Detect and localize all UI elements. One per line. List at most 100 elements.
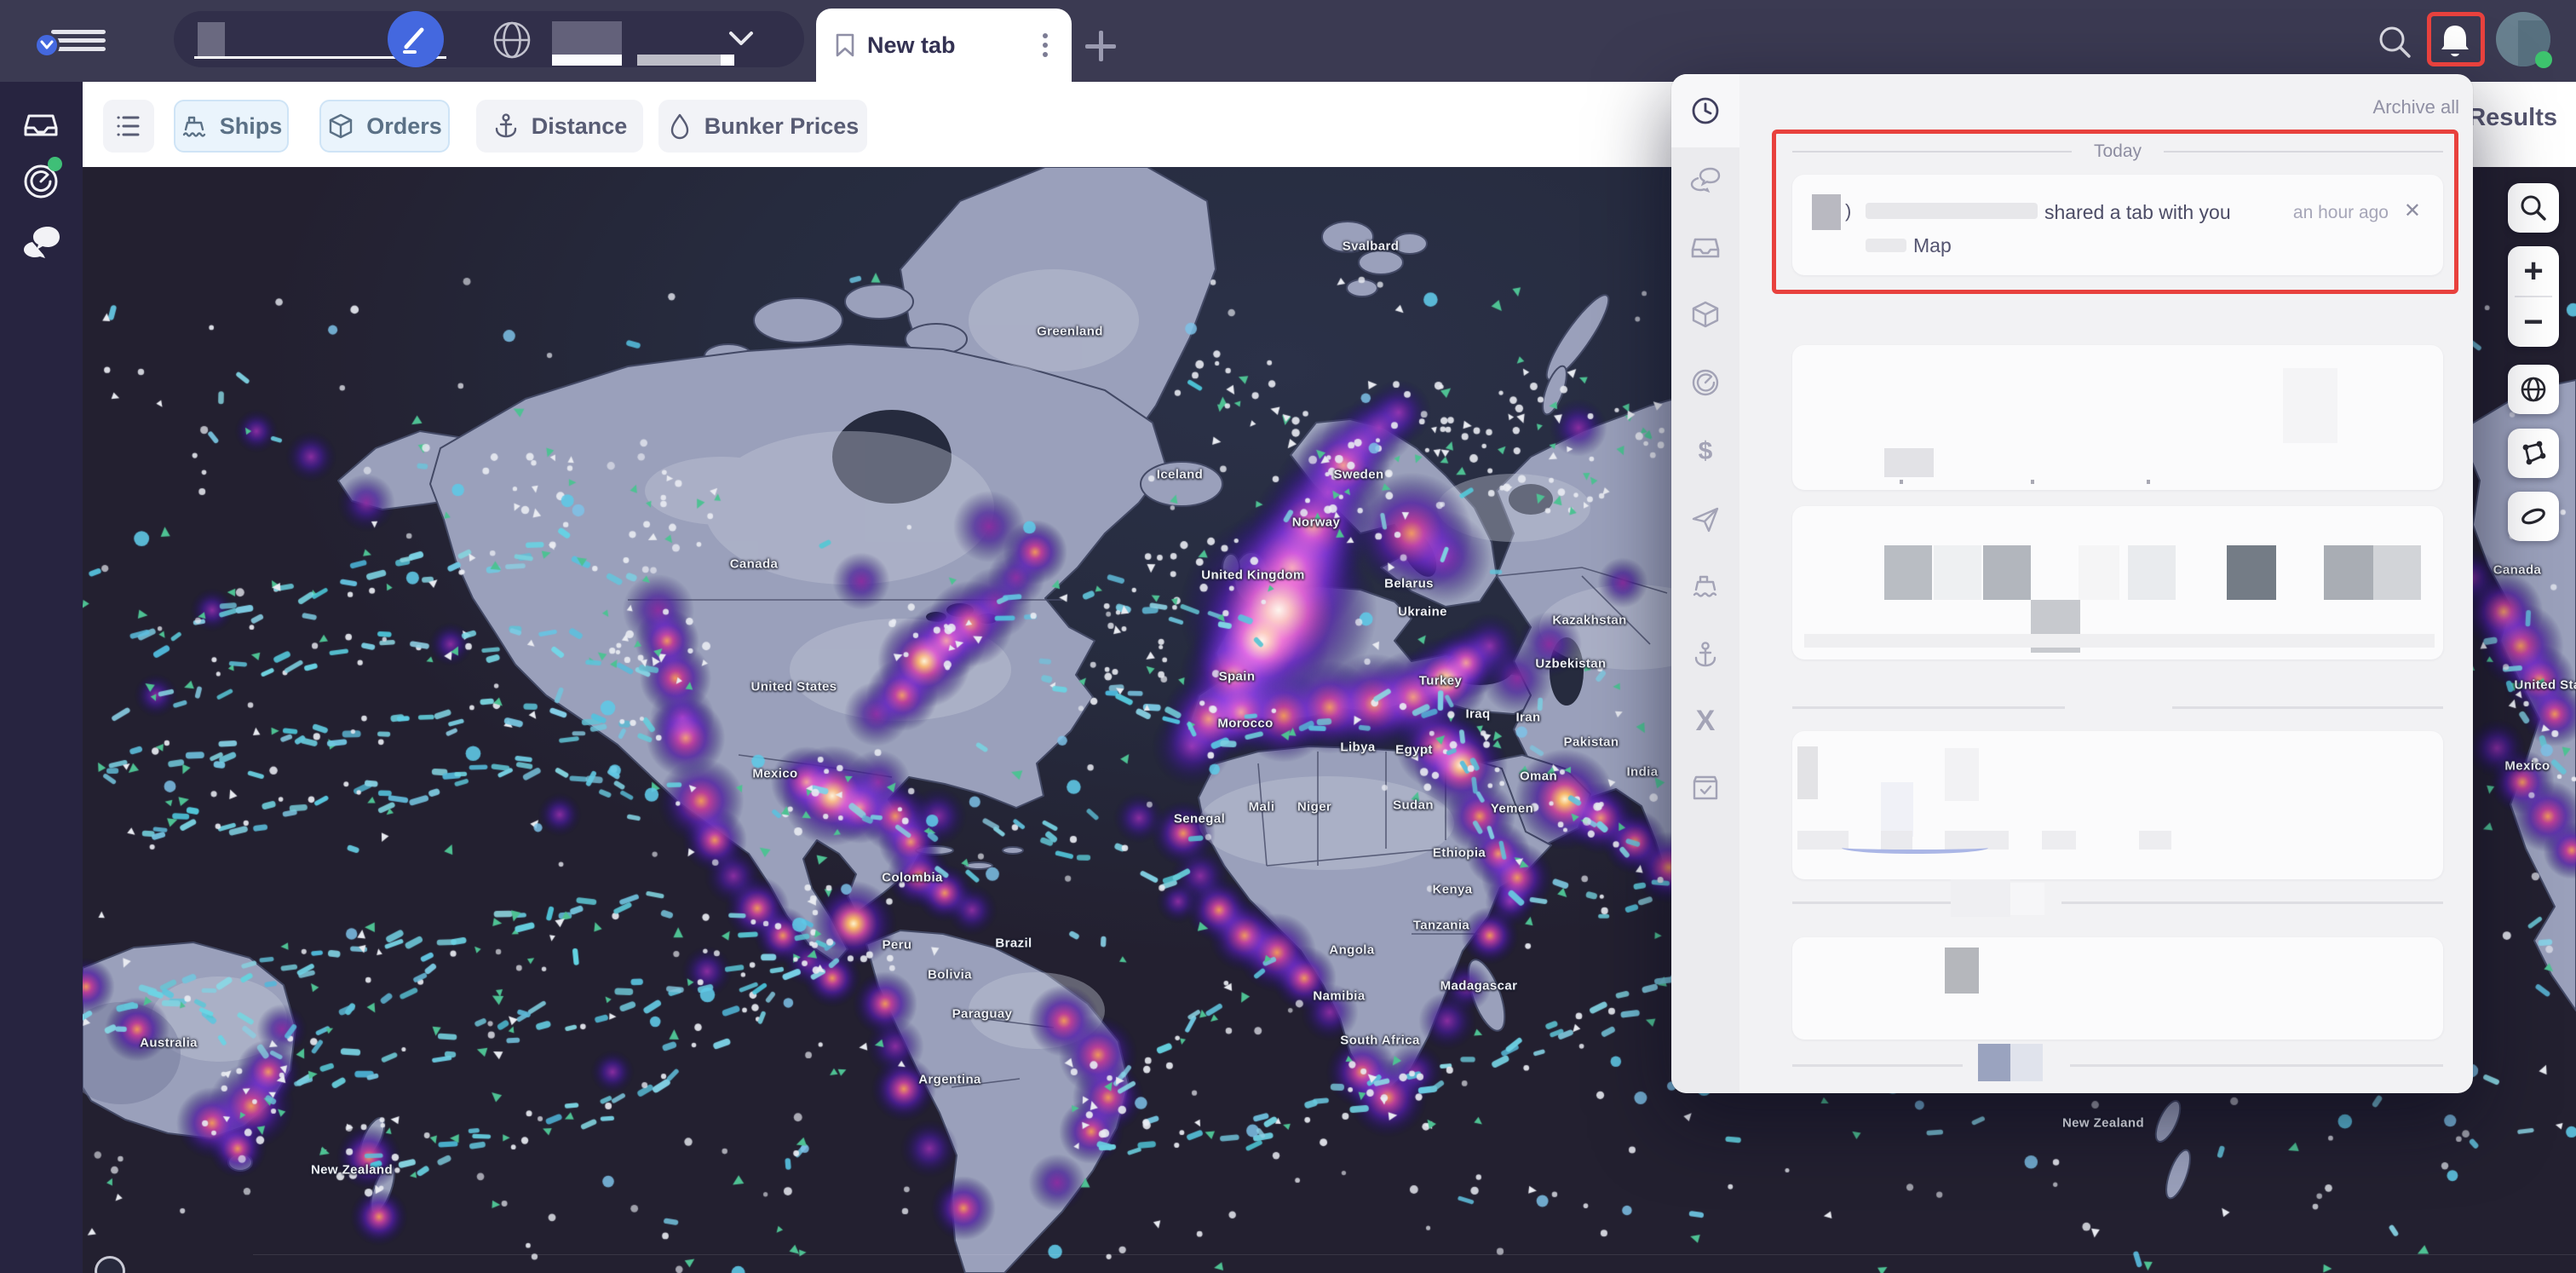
chats-filter-icon[interactable] [1690, 164, 1721, 195]
redacted-bar [2139, 831, 2171, 850]
map-country-label: South Africa [1340, 1034, 1419, 1048]
results-panel-label[interactable]: Results [2468, 104, 2557, 132]
tab-title: New tab [867, 32, 956, 59]
finance-filter-icon[interactable]: $ [1690, 436, 1721, 467]
map-country-label: Mexico [752, 767, 797, 781]
tasks-filter-icon[interactable] [1690, 773, 1721, 804]
map-country-label: Yemen [1491, 802, 1533, 816]
chevron-down-icon [727, 30, 755, 53]
map-search-button[interactable] [2508, 183, 2559, 233]
pencil-icon [400, 23, 432, 55]
redacted-block [2128, 545, 2176, 600]
layers-list-button[interactable] [103, 100, 154, 153]
map-country-label: Pakistan [1564, 735, 1619, 750]
chat-icon[interactable] [22, 223, 60, 261]
globe-icon[interactable] [492, 20, 532, 64]
map-zoom-control: + − [2508, 246, 2559, 347]
tab-new-tab[interactable]: New tab [816, 9, 1072, 82]
search-icon [2508, 183, 2559, 233]
map-country-label: Paraguay [952, 1007, 1013, 1022]
redacted-block [1978, 1044, 2010, 1081]
redacted-bar [721, 55, 734, 66]
archive-all-link[interactable]: Archive all [2373, 96, 2459, 118]
map-country-label: Sweden [1333, 468, 1383, 482]
toolbar-button-ships[interactable]: Ships [174, 100, 289, 153]
inbox-filter-icon[interactable] [1690, 232, 1721, 262]
map-country-label: India [1626, 765, 1658, 780]
redacted-block [1945, 748, 1979, 801]
map-country-label: United Kingdom [1201, 568, 1304, 583]
redacted-block [1983, 545, 2031, 600]
redacted-speck [2031, 480, 2034, 484]
map-country-label: Niger [1297, 800, 1331, 815]
redacted-speck [2147, 480, 2150, 484]
avatar-redacted [1812, 194, 1841, 230]
map-country-label: Ethiopia [1433, 846, 1486, 861]
droplet-icon [667, 112, 693, 140]
redacted-block [2324, 545, 2373, 600]
compose-options-chevron[interactable] [34, 32, 60, 58]
compose-button[interactable] [388, 11, 444, 67]
tab-menu-icon[interactable] [1038, 28, 1053, 62]
redacted-speck [1900, 480, 1903, 484]
search-icon[interactable] [2375, 22, 2414, 66]
notification-item[interactable] [1792, 506, 2443, 660]
toolbar-button-bunker-prices[interactable]: Bunker Prices [658, 100, 867, 153]
toolbar-button-distance[interactable]: Distance [476, 100, 643, 153]
redacted-bar [1797, 831, 1849, 850]
map-country-label: Belarus [1384, 577, 1434, 591]
anchor-icon [492, 112, 520, 140]
x-platform-filter-icon[interactable]: X [1690, 706, 1721, 736]
map-country-label: United States [2514, 678, 2576, 693]
notification-item[interactable] [1792, 731, 2443, 879]
anchor-filter-icon[interactable] [1690, 639, 1721, 670]
map-lasso-select-button[interactable] [2508, 492, 2559, 541]
group-divider-line [2172, 706, 2443, 709]
new-tab-button[interactable] [1084, 29, 1118, 63]
lasso-select-icon [2508, 492, 2559, 541]
map-country-label: Egypt [1395, 743, 1433, 757]
radar-filter-icon[interactable] [1690, 367, 1721, 398]
map-country-label: Canada [2493, 563, 2542, 578]
redacted-bar [2042, 831, 2076, 850]
map-country-label: Australia [140, 1036, 198, 1051]
orders-filter-icon[interactable] [1690, 299, 1721, 330]
toolbar-button-label: Distance [532, 113, 628, 140]
map-country-label: United States [750, 680, 837, 694]
redacted-block [1945, 948, 1979, 994]
redacted-block [2227, 545, 2276, 600]
notification-filter-strip: $ X [1671, 74, 1739, 1093]
history-filter-icon[interactable] [1690, 95, 1721, 126]
redacted-block [1934, 545, 1981, 600]
menu-icon[interactable] [51, 26, 106, 56]
zoom-in-button[interactable]: + [2508, 246, 2559, 296]
zoom-out-button[interactable]: − [2508, 297, 2559, 347]
inbox-icon[interactable] [22, 106, 60, 143]
map-country-label: Iceland [1157, 468, 1204, 482]
map-country-label: Senegal [1174, 812, 1225, 827]
map-country-label: Namibia [1313, 989, 1365, 1004]
notifications-bell-button[interactable] [2435, 20, 2475, 61]
date-group-divider: Today [1792, 139, 2443, 164]
close-icon[interactable]: ✕ [2404, 199, 2421, 223]
toolbar-button-label: Ships [220, 113, 283, 140]
radar-status-dot [48, 157, 62, 171]
redacted-block [552, 21, 622, 55]
notification-item[interactable] [1792, 937, 2443, 1040]
globe-icon [2508, 365, 2559, 414]
map-globe-button[interactable] [2508, 365, 2559, 414]
redacted-bar [637, 55, 721, 66]
map-polygon-select-button[interactable] [2508, 429, 2559, 478]
map-country-label: Kazakhstan [1552, 613, 1626, 628]
bookmark-icon [835, 32, 855, 58]
send-filter-icon[interactable] [1690, 504, 1721, 535]
notification-item[interactable] [1792, 345, 2443, 490]
toolbar-button-orders[interactable]: Orders [319, 100, 450, 153]
toolbar-button-label: Orders [366, 113, 442, 140]
map-country-label: Madagascar [1440, 979, 1518, 994]
map-country-label: Spain [1219, 670, 1256, 684]
notification-item-shared-tab[interactable]: ) shared a tab with you an hour ago ✕ Ma… [1792, 175, 2443, 275]
masked-name-suffix: ) [1845, 200, 1851, 222]
map-country-label: Morocco [1217, 717, 1273, 731]
ships-filter-icon[interactable] [1690, 571, 1721, 602]
